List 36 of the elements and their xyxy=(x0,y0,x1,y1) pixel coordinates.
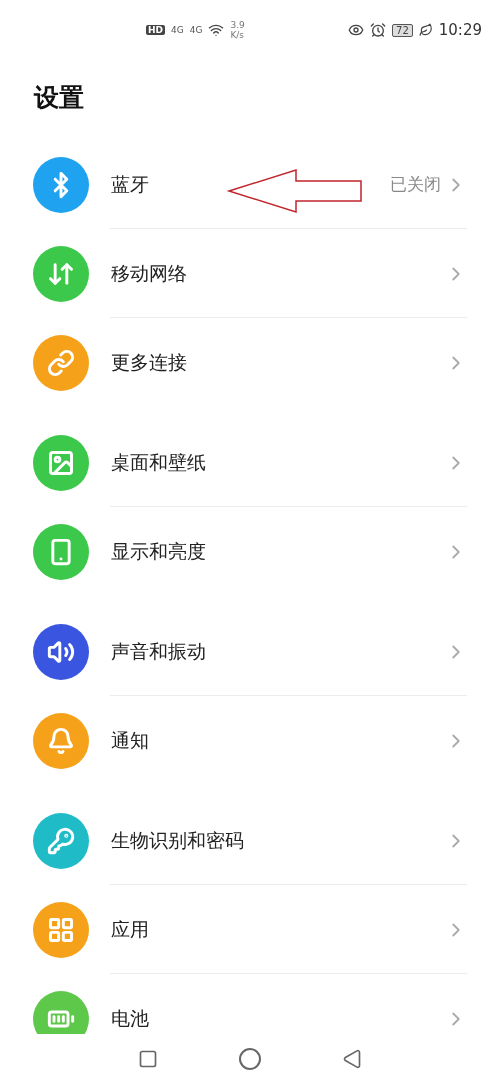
item-label: 声音和振动 xyxy=(111,638,206,664)
item-value: 已关闭 xyxy=(390,173,441,196)
settings-item[interactable]: 蓝牙 已关闭 xyxy=(0,140,500,229)
page-title: 设置 xyxy=(32,82,85,114)
settings-item[interactable]: 应用 xyxy=(0,885,500,974)
settings-item[interactable]: 更多连接 xyxy=(0,318,500,407)
eye-icon xyxy=(348,22,365,38)
alarm-icon xyxy=(370,22,387,38)
network-label: 4G xyxy=(171,25,184,35)
recents-button[interactable] xyxy=(138,1049,158,1069)
settings-item[interactable]: 显示和亮度 xyxy=(0,507,500,596)
hd-badge: HD xyxy=(146,25,165,35)
item-label: 桌面和壁纸 xyxy=(111,449,206,475)
speed-value: 3.9 xyxy=(230,20,245,30)
clock: 10:29 xyxy=(438,21,482,39)
wifi-icon xyxy=(208,22,225,38)
back-button[interactable] xyxy=(342,1049,362,1069)
settings-item[interactable]: 生物识别和密码 xyxy=(0,796,500,885)
item-label: 显示和亮度 xyxy=(111,538,206,564)
item-label: 应用 xyxy=(111,916,149,942)
item-label: 电池 xyxy=(111,1005,149,1031)
speed-unit: K/s xyxy=(230,30,245,40)
item-label: 蓝牙 xyxy=(111,171,149,197)
settings-item[interactable]: 电池 xyxy=(0,974,500,1034)
leaf-icon xyxy=(418,23,433,37)
item-label: 移动网络 xyxy=(111,260,187,286)
settings-item[interactable]: 通知 xyxy=(0,696,500,785)
item-label: 更多连接 xyxy=(111,349,187,375)
network-label: 4G xyxy=(189,25,203,35)
settings-item[interactable]: 移动网络 xyxy=(0,229,500,318)
settings-item[interactable]: 桌面和壁纸 xyxy=(0,418,500,507)
battery-level: 72 xyxy=(392,23,413,37)
item-label: 通知 xyxy=(111,727,149,753)
item-label: 生物识别和密码 xyxy=(111,827,244,853)
home-button[interactable] xyxy=(238,1047,262,1071)
settings-item[interactable]: 声音和振动 xyxy=(0,607,500,696)
